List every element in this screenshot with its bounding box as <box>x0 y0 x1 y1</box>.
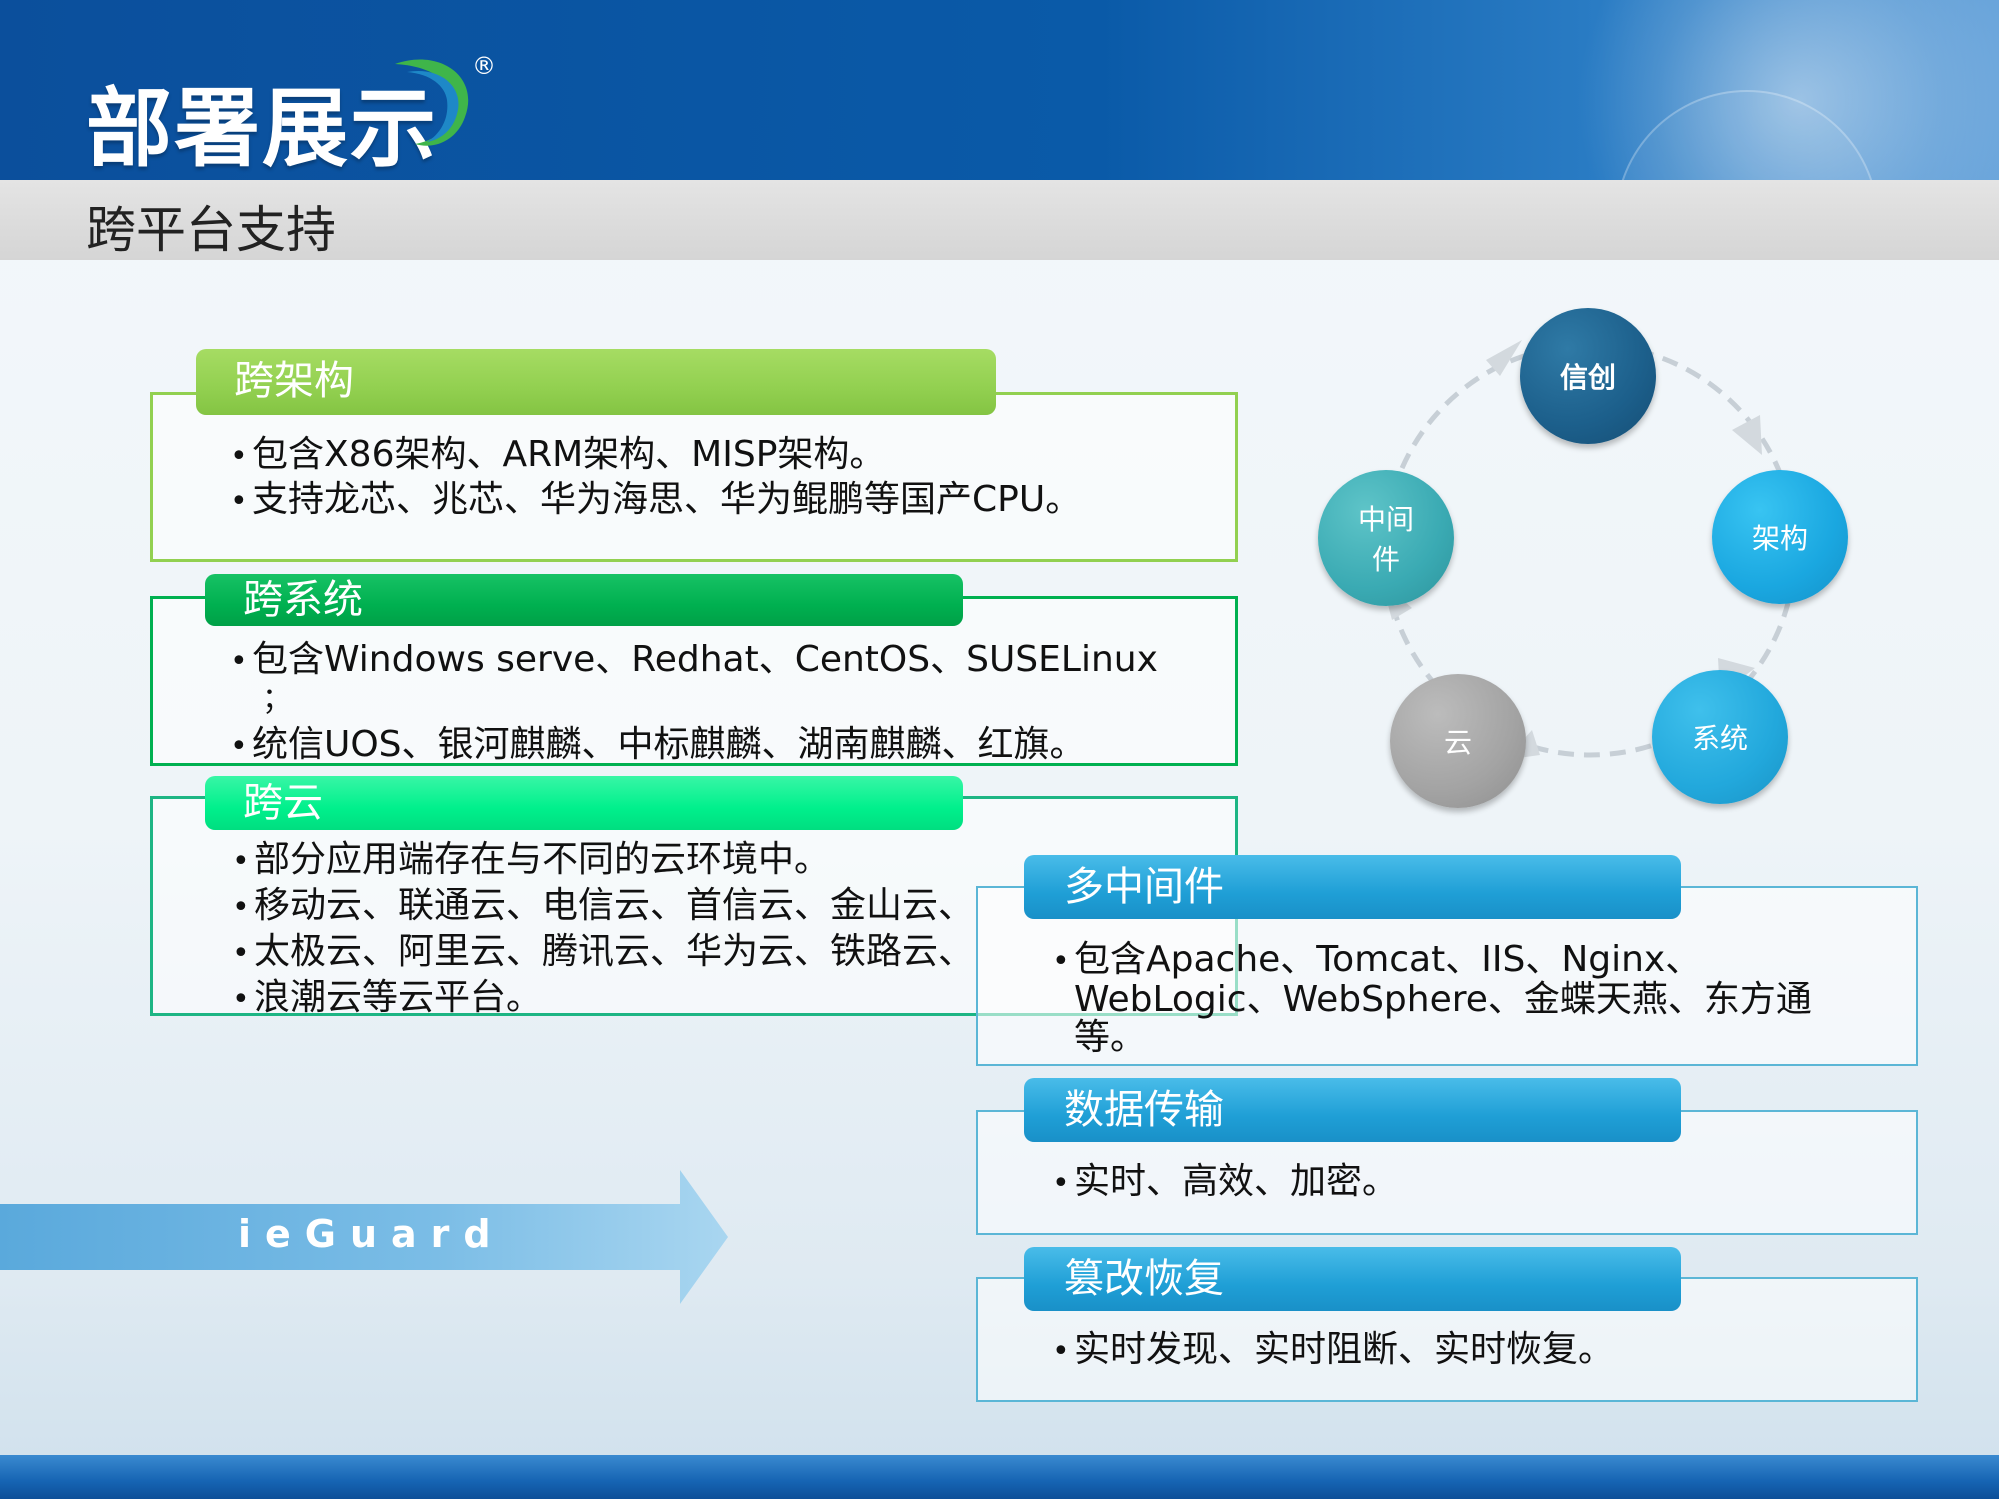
system-bullet-semicolon: ； <box>262 682 292 717</box>
system-bullet-2: 统信UOS、银河麒麟、中标麒麟、湖南麒麟、红旗。 <box>230 715 1086 767</box>
section-middleware-tab: 多中间件 <box>1024 855 1681 919</box>
cloud-bullet-3: 太极云、阿里云、腾讯云、华为云、铁路云、 <box>232 922 974 974</box>
cycle-node-system: 系统 <box>1652 670 1788 804</box>
section-system-tab: 跨系统 <box>205 574 963 626</box>
bottom-band <box>0 1455 1999 1499</box>
section-cloud-tab: 跨云 <box>205 776 963 830</box>
system-bullet-1: 包含Windows serve、Redhat、CentOS、SUSELinux <box>230 630 1158 682</box>
cloud-bullet-2: 移动云、联通云、电信云、首信云、金山云、 <box>232 876 974 928</box>
cloud-bullet-1: 部分应用端存在与不同的云环境中。 <box>232 830 830 882</box>
section-transfer-tab: 数据传输 <box>1024 1078 1681 1142</box>
cycle-node-middleware: 中间 件 <box>1318 470 1454 606</box>
cloud-bullet-4: 浪潮云等云平台。 <box>232 968 542 1020</box>
cycle-node-cloud: 云 <box>1390 674 1526 808</box>
ieguard-label: ieGuard <box>238 1212 505 1256</box>
arch-bullet-2: 支持龙芯、兆芯、华为海思、华为鲲鹏等国产CPU。 <box>230 470 1081 522</box>
cycle-node-arch: 架构 <box>1712 470 1848 604</box>
section-recovery-tab: 篡改恢复 <box>1024 1247 1681 1311</box>
page-subtitle: 跨平台支持 <box>86 201 336 259</box>
middleware-line-3: 等。 <box>1074 1017 1147 1058</box>
transfer-bullet-1: 实时、高效、加密。 <box>1052 1152 1398 1204</box>
recovery-bullet-1: 实时发现、实时阻断、实时恢复。 <box>1052 1320 1614 1372</box>
registered-mark: ® <box>472 52 496 80</box>
cycle-node-xinchuang: 信创 <box>1520 308 1656 444</box>
section-arch-tab: 跨架构 <box>196 349 996 415</box>
middleware-line-2: WebLogic、WebSphere、金蝶天燕、东方通 <box>1074 979 1812 1020</box>
logo-swoosh-icon <box>395 59 469 146</box>
